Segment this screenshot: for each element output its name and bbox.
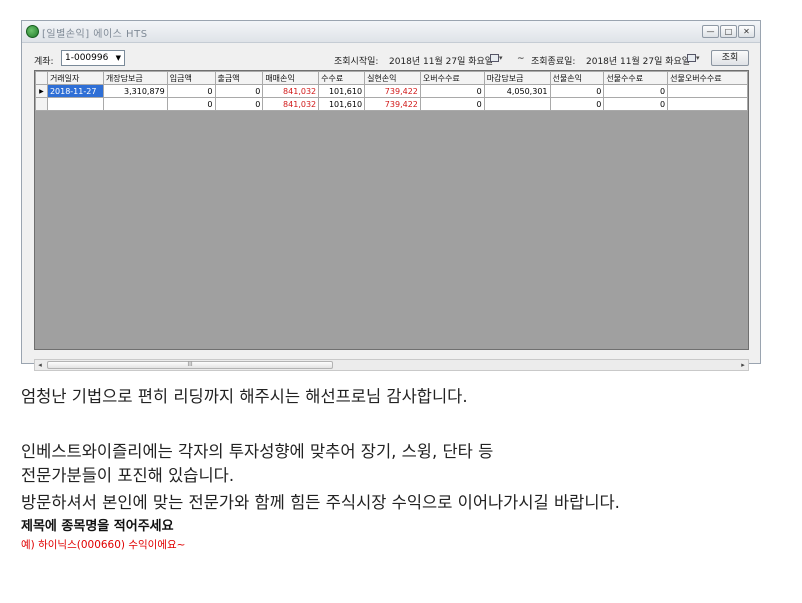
scroll-right-icon[interactable]: ▸ <box>738 360 748 370</box>
cell-deposit[interactable]: 0 <box>166 84 216 98</box>
window-title: [일별손익] 에이스 HTS <box>42 29 148 40</box>
app-logo-icon <box>26 25 39 38</box>
cell-futures-commission[interactable]: 0 <box>603 97 669 111</box>
row-header-corner <box>35 71 48 85</box>
cell-closing-margin[interactable] <box>483 97 551 111</box>
cell-futures-overnight-fee[interactable] <box>667 84 748 98</box>
column-header[interactable]: 마감담보금 <box>483 71 551 85</box>
post-body-line: 전문가분들이 포진해 있습니다. <box>21 466 235 485</box>
maximize-button[interactable]: □ <box>720 25 737 38</box>
cell-closing-margin[interactable]: 4,050,301 <box>483 84 551 98</box>
account-label: 계좌: <box>34 57 54 67</box>
column-header[interactable]: 실현손익 <box>364 71 421 85</box>
chevron-down-icon: ▼ <box>115 54 121 62</box>
cell-overnight-fee[interactable]: 0 <box>419 84 485 98</box>
cell-deposit[interactable]: 0 <box>166 97 216 111</box>
calendar-icon <box>687 54 696 62</box>
cell-futures-pnl[interactable]: 0 <box>549 84 605 98</box>
daily-pnl-grid[interactable]: 거래일자 개장담보금 입금액 출금액 매매손익 수수료 실현손익 오버수수료 마… <box>34 70 749 350</box>
grid-table: 거래일자 개장담보금 입금액 출금액 매매손익 수수료 실현손익 오버수수료 마… <box>35 71 748 111</box>
close-button[interactable]: ✕ <box>738 25 755 38</box>
column-header[interactable]: 입금액 <box>166 71 216 85</box>
row-marker-icon: ▶ <box>35 84 48 98</box>
end-date-field[interactable]: 2018년 11월 27일 화요일 <box>586 54 690 67</box>
column-header[interactable]: 선물오버수수료 <box>667 71 748 85</box>
column-header[interactable]: 개장담보금 <box>102 71 168 85</box>
cell-futures-commission[interactable]: 0 <box>603 84 669 98</box>
column-header[interactable]: 거래일자 <box>46 71 104 85</box>
cell-overnight-fee[interactable]: 0 <box>419 97 485 111</box>
title-example: 예) 하이닉스(000660) 수익이에요~ <box>21 539 186 551</box>
calendar-icon <box>490 54 499 62</box>
cell-trading-pnl[interactable]: 841,032 <box>262 84 320 98</box>
post-body-line: 방문하셔서 본인에 맞는 전문가와 함께 힘든 주식시장 수익으로 이어나가시길… <box>21 493 620 512</box>
column-header[interactable]: 선물손익 <box>549 71 605 85</box>
cell-realized-pnl[interactable]: 739,422 <box>364 84 421 98</box>
start-date-label: 조회시작일: <box>334 57 379 67</box>
scroll-thumb[interactable]: III <box>47 361 333 369</box>
column-header[interactable]: 선물수수료 <box>603 71 669 85</box>
cell-commission[interactable]: 101,610 <box>318 97 366 111</box>
cell-withdrawal[interactable]: 0 <box>214 84 264 98</box>
cell-trade-date[interactable]: 2018-11-27 <box>46 84 104 98</box>
table-row-total[interactable]: 0 0 841,032 101,610 739,422 0 0 0 <box>35 97 748 111</box>
cell-realized-pnl[interactable]: 739,422 <box>364 97 421 111</box>
hts-window: [일별손익] 에이스 HTS — □ ✕ 계좌: 1-000996 ▼ 조회시작… <box>21 20 761 371</box>
column-header[interactable]: 출금액 <box>214 71 264 85</box>
cell-commission[interactable]: 101,610 <box>318 84 366 98</box>
post-thanks-line: 엄청난 기법으로 편히 리딩까지 해주시는 해선프로님 감사합니다. <box>21 387 468 406</box>
column-header[interactable]: 오버수수료 <box>419 71 485 85</box>
end-calendar-button[interactable]: ▾ <box>687 52 705 65</box>
scroll-left-icon[interactable]: ◂ <box>35 360 45 370</box>
cell-futures-overnight-fee[interactable] <box>667 97 748 111</box>
cell-trade-date[interactable] <box>46 97 104 111</box>
post-body-line: 인베스트와이즐리에는 각자의 투자성향에 맞추어 장기, 스윙, 단타 등 <box>21 442 494 461</box>
title-prompt: 제목에 종목명을 적어주세요 <box>21 519 174 534</box>
query-button[interactable]: 조회 <box>711 50 749 66</box>
cell-opening-margin[interactable] <box>102 97 168 111</box>
column-header[interactable]: 매매손익 <box>262 71 320 85</box>
minimize-button[interactable]: — <box>702 25 719 38</box>
table-row[interactable]: ▶ 2018-11-27 3,310,879 0 0 841,032 101,6… <box>35 84 748 98</box>
cell-withdrawal[interactable]: 0 <box>214 97 264 111</box>
row-header <box>35 97 48 111</box>
title-bar[interactable]: [일별손익] 에이스 HTS — □ ✕ <box>22 21 760 43</box>
horizontal-scrollbar[interactable]: ◂ III ▸ <box>34 359 749 371</box>
end-date-label: 조회종료일: <box>531 57 576 67</box>
cell-trading-pnl[interactable]: 841,032 <box>262 97 320 111</box>
start-date-field[interactable]: 2018년 11월 27일 화요일 <box>389 54 493 67</box>
cell-futures-pnl[interactable]: 0 <box>549 97 605 111</box>
start-calendar-button[interactable]: ▾ <box>490 52 508 65</box>
grid-header-row: 거래일자 개장담보금 입금액 출금액 매매손익 수수료 실현손익 오버수수료 마… <box>35 71 748 85</box>
cell-opening-margin[interactable]: 3,310,879 <box>102 84 168 98</box>
account-value: 1-000996 <box>65 53 109 63</box>
range-tilde: ~ <box>517 54 525 64</box>
column-header[interactable]: 수수료 <box>318 71 366 85</box>
account-select[interactable]: 1-000996 ▼ <box>61 50 125 66</box>
